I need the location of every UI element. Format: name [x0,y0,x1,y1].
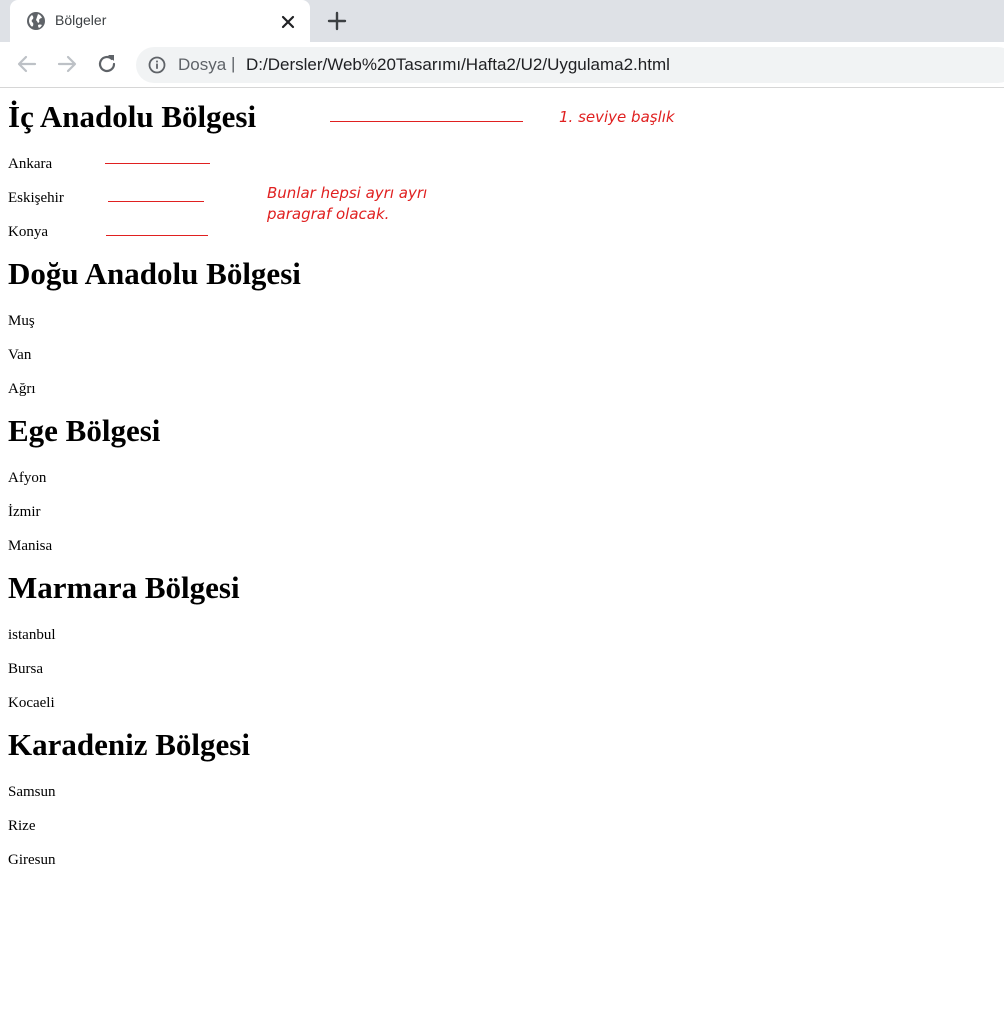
city-paragraph: Rize [8,818,36,834]
region-section: Doğu Anadolu Bölgesi Muş Van Ağrı [8,257,998,398]
region-section: Marmara Bölgesi istanbul Bursa Kocaeli [8,571,998,712]
region-section: Ege Bölgesi Afyon İzmir Manisa [8,414,998,555]
info-icon[interactable] [148,56,166,74]
city-paragraph: Bursa [8,661,43,677]
page-content: İç Anadolu Bölgesi Ankara Eskişehir Kony… [8,89,998,885]
tab-title: Bölgeler [55,12,107,28]
city-paragraph: Konya [8,224,48,240]
tab-strip: Bölgeler [0,0,1004,42]
address-separator: | [231,54,236,73]
city-paragraph: Kocaeli [8,695,55,711]
region-heading: Karadeniz Bölgesi [8,727,250,762]
paragraph-annotation-line1: Bunlar hepsi ayrı ayrı [267,184,428,202]
globe-icon [26,11,46,31]
browser-tab[interactable]: Bölgeler [10,0,310,42]
city-paragraph: İzmir [8,504,41,520]
paragraph-annotation-line2: paragraf olacak. [267,205,390,223]
region-heading: Doğu Anadolu Bölgesi [8,256,301,291]
paragraph-annotation-line [108,201,204,202]
heading-annotation-line [330,121,523,122]
address-bar[interactable]: Dosya | D:/Dersler/Web%20Tasarımı/Hafta2… [136,47,1004,83]
city-paragraph: Eskişehir [8,190,64,206]
city-paragraph: Giresun [8,852,56,868]
city-paragraph: Ağrı [8,381,36,397]
paragraph-annotation-note: Bunlar hepsi ayrı ayrı paragraf olacak. [267,183,427,225]
paragraph-annotation-line [105,163,210,164]
city-paragraph: Van [8,347,32,363]
close-icon[interactable] [278,12,298,32]
paragraph-annotation-line [106,235,208,236]
reload-icon[interactable] [94,51,120,77]
region-section: Karadeniz Bölgesi Samsun Rize Giresun [8,728,998,869]
plus-icon[interactable] [324,8,350,34]
region-heading: İç Anadolu Bölgesi [8,99,257,134]
city-paragraph: Manisa [8,538,53,554]
region-heading: Marmara Bölgesi [8,570,240,605]
city-paragraph: Samsun [8,784,56,800]
address-url[interactable]: D:/Dersler/Web%20Tasarımı/Hafta2/U2/Uygu… [246,55,670,75]
browser-toolbar: Dosya | D:/Dersler/Web%20Tasarımı/Hafta2… [0,42,1004,88]
heading-annotation-note: 1. seviye başlık [559,108,675,126]
forward-arrow-icon[interactable] [54,51,80,77]
address-scheme-label: Dosya [178,55,227,74]
city-paragraph: Ankara [8,156,53,172]
city-paragraph: Muş [8,313,35,329]
city-paragraph: istanbul [8,627,56,643]
region-heading: Ege Bölgesi [8,413,161,448]
back-arrow-icon[interactable] [14,51,40,77]
city-paragraph: Afyon [8,470,47,486]
